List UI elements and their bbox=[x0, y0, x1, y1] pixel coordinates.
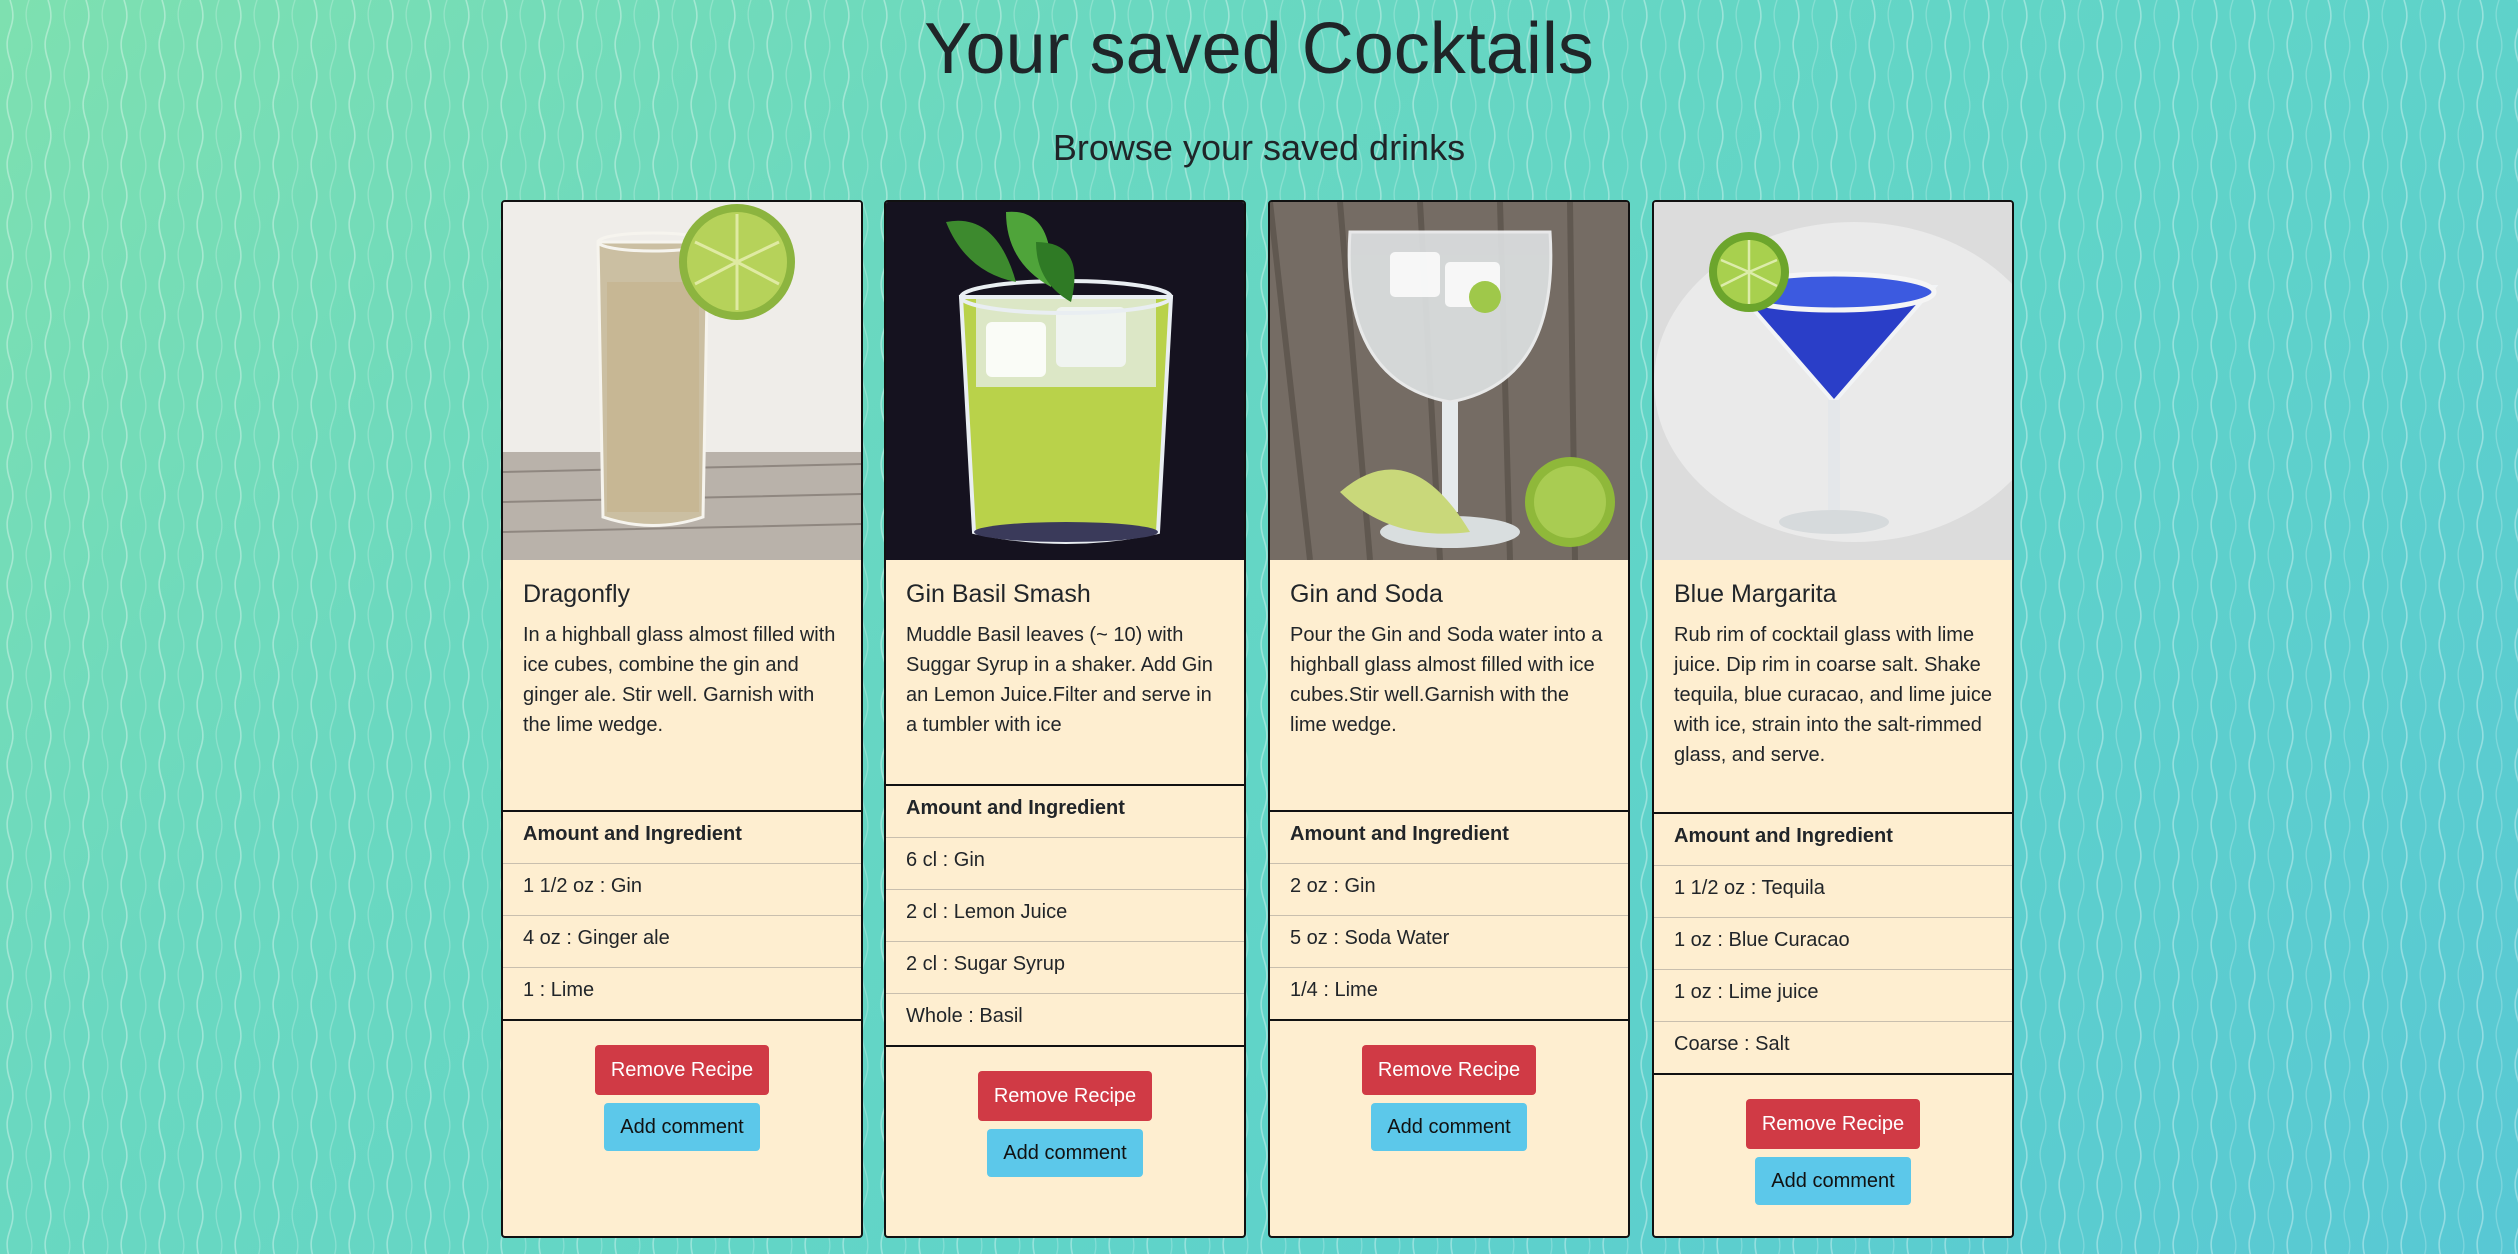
ingredient-item: 1 1/2 oz : Tequila bbox=[1654, 866, 2012, 918]
cocktail-instructions: In a highball glass almost filled with i… bbox=[523, 624, 836, 736]
cocktail-name: Gin and Soda bbox=[1290, 580, 1443, 608]
ingredient-list: Amount and Ingredient 1 1/2 oz : Gin 4 o… bbox=[503, 810, 861, 1021]
card-actions: Remove Recipe Add comment bbox=[886, 1047, 1244, 1236]
ingredient-list-header: Amount and Ingredient bbox=[1654, 814, 2012, 866]
cocktail-card-grid: Dragonfly In a highball glass almost fil… bbox=[0, 200, 2518, 1238]
ingredient-list-header: Amount and Ingredient bbox=[503, 812, 861, 864]
card-actions: Remove Recipe Add comment bbox=[503, 1021, 861, 1236]
cocktail-name: Blue Margarita bbox=[1674, 580, 1837, 608]
page: Your saved Cocktails Browse your saved d… bbox=[0, 0, 2518, 1254]
ingredient-list: Amount and Ingredient 1 1/2 oz : Tequila… bbox=[1654, 812, 2012, 1075]
ingredient-list-header: Amount and Ingredient bbox=[1270, 812, 1628, 864]
cocktail-card-gin-and-soda: Gin and Soda Pour the Gin and Soda water… bbox=[1268, 200, 1630, 1238]
cocktail-card-gin-basil-smash: Gin Basil Smash Muddle Basil leaves (~ 1… bbox=[884, 200, 1246, 1238]
page-title: Your saved Cocktails bbox=[924, 9, 1594, 89]
ingredient-item: 1 oz : Lime juice bbox=[1654, 970, 2012, 1022]
ingredient-item: 6 cl : Gin bbox=[886, 838, 1244, 890]
ingredient-list: Amount and Ingredient 2 oz : Gin 5 oz : … bbox=[1270, 810, 1628, 1021]
cocktail-image-dragonfly bbox=[503, 202, 861, 560]
cocktail-name: Dragonfly bbox=[523, 580, 630, 608]
card-actions: Remove Recipe Add comment bbox=[1270, 1021, 1628, 1236]
remove-recipe-button[interactable]: Remove Recipe bbox=[594, 1045, 770, 1095]
cocktail-instructions: Pour the Gin and Soda water into a highb… bbox=[1290, 624, 1603, 736]
cocktail-image-blue-margarita bbox=[1654, 202, 2012, 560]
remove-recipe-button[interactable]: Remove Recipe bbox=[1361, 1045, 1537, 1095]
remove-recipe-button[interactable]: Remove Recipe bbox=[977, 1071, 1153, 1121]
add-comment-button[interactable]: Add comment bbox=[1371, 1103, 1527, 1151]
add-comment-button[interactable]: Add comment bbox=[987, 1129, 1143, 1177]
ingredient-item: Coarse : Salt bbox=[1674, 1033, 1790, 1055]
cocktail-card-blue-margarita: Blue Margarita Rub rim of cocktail glass… bbox=[1652, 200, 2014, 1238]
ingredient-item: Whole : Basil bbox=[906, 1005, 1023, 1027]
ingredient-item: 1 oz : Blue Curacao bbox=[1654, 918, 2012, 970]
ingredient-item: 1/4 : Lime bbox=[1290, 979, 1378, 1001]
add-comment-button[interactable]: Add comment bbox=[1755, 1157, 1911, 1205]
card-body: Blue Margarita Rub rim of cocktail glass… bbox=[1654, 560, 2012, 812]
ingredient-item: 5 oz : Soda Water bbox=[1270, 916, 1628, 968]
cocktail-instructions: Muddle Basil leaves (~ 10) with Suggar S… bbox=[906, 624, 1213, 736]
ingredient-list: Amount and Ingredient 6 cl : Gin 2 cl : … bbox=[886, 784, 1244, 1047]
card-body: Dragonfly In a highball glass almost fil… bbox=[503, 560, 861, 810]
ingredient-list-header: Amount and Ingredient bbox=[886, 786, 1244, 838]
ingredient-item: 1 1/2 oz : Gin bbox=[503, 864, 861, 916]
card-body: Gin and Soda Pour the Gin and Soda water… bbox=[1270, 560, 1628, 810]
cocktail-name: Gin Basil Smash bbox=[906, 580, 1091, 608]
ingredient-item: 4 oz : Ginger ale bbox=[503, 916, 861, 968]
ingredient-item: 1 : Lime bbox=[523, 979, 595, 1001]
ingredient-item: 2 oz : Gin bbox=[1270, 864, 1628, 916]
page-subtitle: Browse your saved drinks bbox=[1052, 127, 1466, 168]
cocktail-image-gin-basil-smash bbox=[886, 202, 1244, 560]
remove-recipe-button[interactable]: Remove Recipe bbox=[1745, 1099, 1921, 1149]
ingredient-item: 2 cl : Lemon Juice bbox=[886, 890, 1244, 942]
add-comment-button[interactable]: Add comment bbox=[604, 1103, 760, 1151]
card-body: Gin Basil Smash Muddle Basil leaves (~ 1… bbox=[886, 560, 1244, 784]
cocktail-card-dragonfly: Dragonfly In a highball glass almost fil… bbox=[501, 200, 863, 1238]
cocktail-instructions: Rub rim of cocktail glass with lime juic… bbox=[1674, 624, 1992, 766]
ingredient-item: 2 cl : Sugar Syrup bbox=[886, 942, 1244, 994]
card-actions: Remove Recipe Add comment bbox=[1654, 1075, 2012, 1236]
cocktail-image-gin-and-soda bbox=[1270, 202, 1628, 560]
